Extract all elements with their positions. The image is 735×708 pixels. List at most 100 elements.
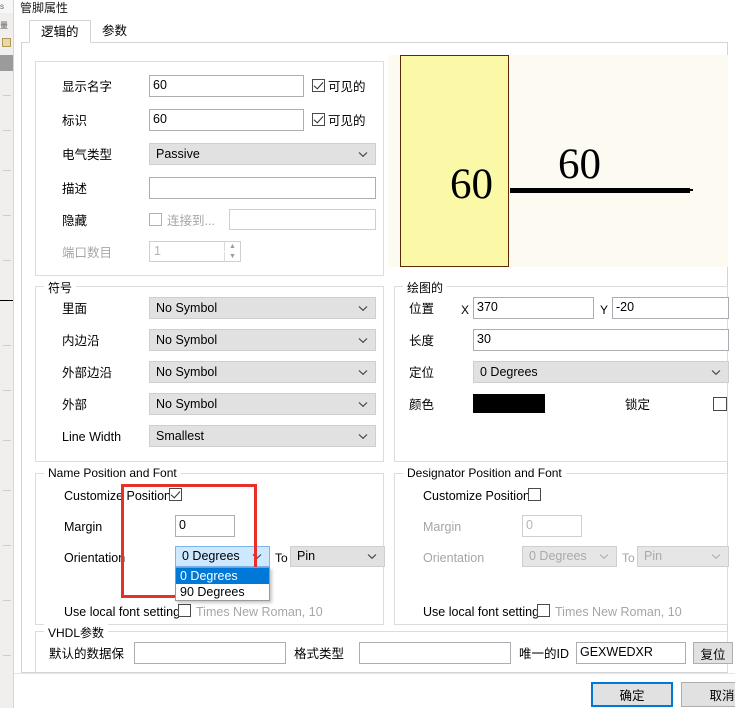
tabstrip: 逻辑的 参数 — [21, 20, 728, 43]
logical-tab-panel: 显示名字 60 可见的 标识 60 可见的 电气类型 Passive 描述 隐藏… — [21, 43, 733, 673]
chevron-down-icon — [358, 362, 368, 382]
symbol-inside-edge-label: 内边沿 — [62, 334, 100, 348]
vhdl-default-data-input[interactable] — [134, 642, 286, 664]
name-customize-position-label: Customize Position — [64, 489, 171, 503]
connect-to-label: 连接到... — [167, 214, 215, 228]
designator-orientation-value: 0 Degrees — [529, 549, 587, 563]
graphical-orientation-label: 定位 — [409, 366, 435, 380]
description-input[interactable] — [149, 177, 376, 199]
location-y-label: Y — [600, 303, 609, 317]
symbol-outside-edge-combo[interactable]: No Symbol — [149, 361, 376, 383]
chevron-down-icon — [358, 298, 368, 318]
display-name-visible-checkbox[interactable] — [312, 79, 325, 92]
name-orientation-dropdown-list[interactable]: 0 Degrees 90 Degrees — [175, 567, 270, 601]
connect-to-checkbox[interactable] — [149, 213, 162, 226]
name-position-font-legend: Name Position and Font — [44, 466, 181, 480]
designator-orientation-to-combo[interactable]: Pin — [637, 546, 729, 567]
name-orientation-to-label: To — [275, 551, 288, 565]
chevron-down-icon — [358, 330, 368, 350]
designator-label: 标识 — [62, 114, 88, 128]
tab-parameters[interactable]: 参数 — [91, 20, 143, 43]
designator-orientation-label: Orientation — [423, 551, 485, 565]
name-margin-label: Margin — [64, 520, 103, 534]
background-tick — [3, 390, 11, 391]
location-x-input[interactable]: 370 — [473, 297, 594, 319]
display-name-input[interactable]: 60 — [149, 75, 304, 97]
symbol-outside-label: 外部 — [62, 398, 88, 412]
spin-up-icon[interactable]: ▲ — [224, 242, 240, 251]
name-customize-position-checkbox[interactable] — [169, 488, 182, 501]
symbol-inside-value: No Symbol — [156, 301, 218, 315]
graphical-orientation-combo[interactable]: 0 Degrees — [473, 361, 729, 383]
dialog-footer: 确定 取消 — [14, 673, 735, 708]
designator-orientation-combo[interactable]: 0 Degrees — [522, 546, 617, 567]
background-tick — [3, 600, 11, 601]
vhdl-unique-id-input[interactable]: GEXWEDXR — [576, 642, 686, 664]
symbol-inside-combo[interactable]: No Symbol — [149, 297, 376, 319]
chevron-down-icon — [711, 547, 721, 566]
electrical-type-combo[interactable]: Passive — [149, 143, 376, 165]
footer-divider — [14, 673, 735, 674]
symbol-group: 符号 里面 No Symbol 内边沿 No Symbol 外部边沿 No Sy… — [35, 279, 384, 462]
port-count-label: 端口数目 — [62, 246, 113, 260]
background-tick — [3, 440, 11, 441]
ok-button[interactable]: 确定 — [591, 682, 673, 707]
symbol-outside-edge-label: 外部边沿 — [62, 366, 113, 380]
designator-customize-position-label: Customize Position — [423, 489, 530, 503]
spin-down-icon[interactable]: ▼ — [224, 252, 240, 261]
name-position-font-group: Name Position and Font Customize Positio… — [35, 466, 385, 625]
designator-visible-checkbox[interactable] — [312, 113, 325, 126]
name-orientation-label: Orientation — [64, 551, 126, 565]
preview-pin-designator: 60 — [558, 141, 601, 188]
graphical-group: 绘图的 位置 X 370 Y -20 长度 30 定位 0 Degrees 颜色… — [394, 279, 729, 462]
background-tick — [3, 130, 11, 131]
color-label: 颜色 — [409, 398, 435, 412]
graphical-orientation-value: 0 Degrees — [480, 365, 538, 379]
symbol-outside-combo[interactable]: No Symbol — [149, 393, 376, 415]
graphical-group-legend: 绘图的 — [403, 279, 448, 296]
designator-use-local-font-checkbox[interactable] — [537, 604, 550, 617]
locked-checkbox[interactable] — [713, 397, 727, 411]
name-orientation-combo[interactable]: 0 Degrees — [175, 546, 270, 567]
chevron-down-icon — [358, 144, 368, 164]
designator-position-font-group: Designator Position and Font Customize P… — [394, 466, 729, 625]
name-use-local-font-checkbox[interactable] — [178, 604, 191, 617]
name-orientation-to-combo[interactable]: Pin — [290, 546, 385, 567]
dropdown-option-0-degrees[interactable]: 0 Degrees — [176, 568, 269, 584]
designator-position-font-legend: Designator Position and Font — [403, 466, 566, 480]
tab-logical[interactable]: 逻辑的 — [29, 20, 91, 43]
designator-margin-input[interactable]: 0 — [522, 515, 582, 537]
vhdl-reset-button[interactable]: 复位 — [693, 642, 733, 664]
chevron-down-icon — [358, 394, 368, 414]
port-count-value: 1 — [154, 244, 161, 258]
dialog-title: 管脚属性 — [20, 1, 69, 15]
line-width-value: Smallest — [156, 429, 204, 443]
symbol-group-legend: 符号 — [44, 279, 77, 296]
port-count-stepper[interactable]: 1 ▲ ▼ — [149, 241, 241, 262]
designator-customize-position-checkbox[interactable] — [528, 488, 541, 501]
vhdl-group-legend: VHDL参数 — [44, 624, 109, 641]
location-y-input[interactable]: -20 — [612, 297, 729, 319]
line-width-combo[interactable]: Smallest — [149, 425, 376, 447]
chevron-down-icon — [599, 547, 609, 566]
length-input[interactable]: 30 — [473, 329, 729, 351]
designator-orientation-to-value: Pin — [644, 549, 663, 563]
background-tick — [3, 215, 11, 216]
name-margin-input[interactable]: 0 — [175, 515, 235, 537]
display-name-visible-label: 可见的 — [328, 80, 366, 94]
dropdown-option-90-degrees[interactable]: 90 Degrees — [176, 584, 269, 600]
background-selected-row — [0, 55, 13, 71]
background-text-row: 量 — [0, 21, 8, 30]
symbol-outside-edge-value: No Symbol — [156, 365, 218, 379]
color-swatch-button[interactable] — [473, 394, 545, 413]
background-tick — [3, 345, 11, 346]
line-width-label: Line Width — [62, 430, 122, 444]
connect-to-input[interactable] — [229, 209, 376, 230]
display-name-label: 显示名字 — [62, 80, 113, 94]
designator-input[interactable]: 60 — [149, 109, 304, 131]
cancel-button[interactable]: 取消 — [681, 682, 735, 707]
symbol-inside-edge-combo[interactable]: No Symbol — [149, 329, 376, 351]
location-label: 位置 — [409, 302, 435, 316]
vhdl-format-type-input[interactable] — [359, 642, 511, 664]
designator-font-text: Times New Roman, 10 — [555, 605, 682, 619]
